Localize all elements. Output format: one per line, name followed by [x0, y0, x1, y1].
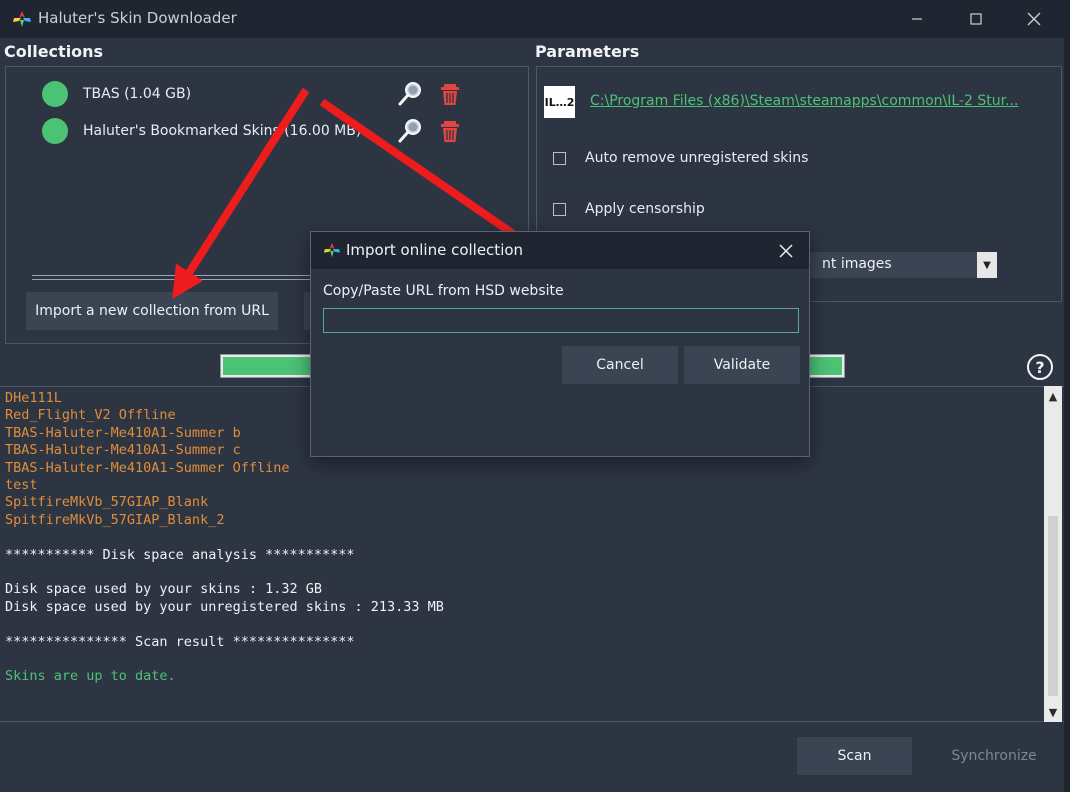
log-line: Disk space used by your unregistered ski… [5, 598, 444, 615]
title-bar: Haluter's Skin Downloader [0, 0, 1064, 38]
synchronize-button[interactable]: Synchronize [935, 737, 1053, 775]
help-button[interactable]: ? [1027, 354, 1053, 380]
auto-remove-checkbox[interactable] [553, 152, 566, 165]
trash-icon[interactable] [436, 80, 464, 108]
maximize-button[interactable] [947, 0, 1005, 38]
window-title: Haluter's Skin Downloader [38, 9, 237, 27]
import-collection-button[interactable]: Import a new collection from URL [26, 292, 278, 330]
log-line: Red_Flight_V2 Offline [5, 407, 176, 424]
collection-status-indicator [42, 81, 68, 107]
cancel-button[interactable]: Cancel [562, 346, 678, 384]
search-icon[interactable] [396, 80, 424, 108]
import-collection-dialog: Import online collection Copy/Paste URL … [310, 231, 810, 457]
parameters-heading: Parameters [535, 42, 640, 61]
close-icon [1027, 12, 1041, 26]
log-line: Skins are up to date. [5, 668, 176, 685]
auto-remove-label: Auto remove unregistered skins [585, 150, 809, 166]
dialog-close-button[interactable] [773, 238, 799, 264]
scan-button[interactable]: Scan [797, 737, 912, 775]
dialog-title-bar: Import online collection [311, 232, 809, 269]
search-icon[interactable] [396, 117, 424, 145]
collection-label: Haluter's Bookmarked Skins (16.00 MB) [83, 123, 362, 139]
close-icon [779, 244, 793, 258]
minimize-button[interactable] [888, 0, 946, 38]
game-logo: IL…2 [544, 86, 575, 118]
log-scrollbar[interactable]: ▲ ▼ [1044, 386, 1062, 722]
dialog-title: Import online collection [346, 241, 524, 259]
log-line: *************** Scan result ************… [5, 633, 355, 650]
close-button[interactable] [1005, 0, 1063, 38]
app-logo-icon [324, 242, 340, 258]
validate-button[interactable]: Validate [684, 346, 800, 384]
background-window-edge [1064, 0, 1070, 792]
chevron-down-icon: ▼ [977, 252, 997, 278]
collection-item[interactable]: TBAS (1.04 GB) [42, 80, 191, 108]
log-line: test [5, 477, 38, 493]
trash-icon[interactable] [436, 117, 464, 145]
scroll-up-icon[interactable]: ▲ [1044, 386, 1062, 406]
log-line: SpitfireMkVb_57GIAP_Blank_2 [5, 511, 225, 528]
log-line: Disk space used by your skins : 1.32 GB [5, 581, 322, 598]
minimize-icon [912, 18, 922, 20]
collection-status-indicator [42, 118, 68, 144]
log-line: SpitfireMkVb_57GIAP_Blank [5, 494, 209, 511]
url-field-label: Copy/Paste URL from HSD website [323, 283, 564, 299]
url-input[interactable] [323, 308, 799, 333]
log-line: TBAS-Haluter-Me410A1-Summer b [5, 424, 241, 441]
log-line: *********** Disk space analysis ********… [5, 546, 355, 563]
bottom-strip [0, 786, 1064, 792]
censorship-label: Apply censorship [585, 201, 705, 217]
log-line: TBAS-Haluter-Me410A1-Summer Offline [5, 459, 290, 476]
collections-heading: Collections [4, 42, 104, 61]
scroll-thumb[interactable] [1048, 516, 1058, 696]
collection-label: TBAS (1.04 GB) [83, 86, 192, 102]
log-line: TBAS-Haluter-Me410A1-Summer c [5, 442, 241, 459]
collection-item[interactable]: Haluter's Bookmarked Skins (16.00 MB) [42, 117, 361, 145]
censorship-checkbox[interactable] [553, 203, 566, 216]
image-option-select[interactable]: nt images ▼ [800, 252, 997, 278]
scroll-down-icon[interactable]: ▼ [1044, 702, 1062, 722]
image-option-value: nt images [822, 256, 892, 272]
game-path-link[interactable]: C:\Program Files (x86)\Steam\steamapps\c… [590, 93, 1018, 109]
maximize-icon [970, 13, 982, 25]
log-line: DHe111L [5, 390, 62, 406]
app-logo-icon [13, 11, 31, 27]
